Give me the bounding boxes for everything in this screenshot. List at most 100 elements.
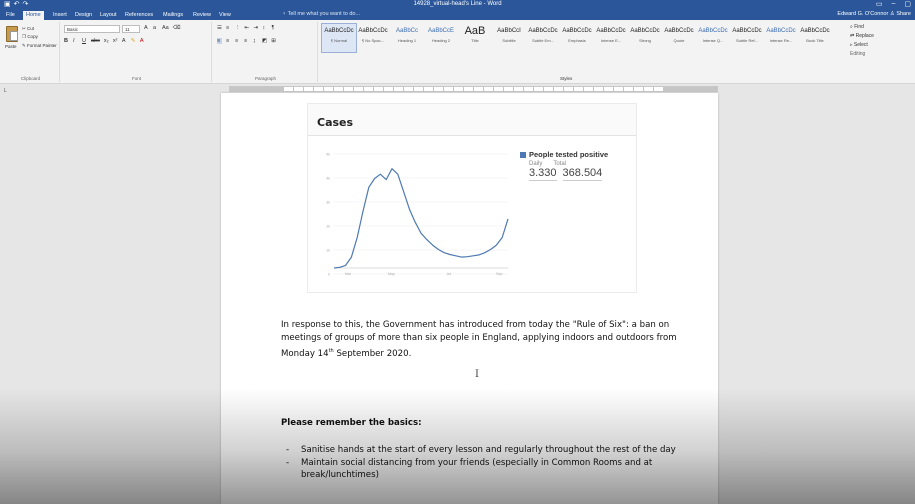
y-tick-label: 0	[328, 273, 330, 277]
style-quote[interactable]: AaBbCcDc Quote	[662, 24, 696, 52]
style-intense-emphasis[interactable]: AaBbCcDc Intense E...	[594, 24, 628, 52]
style-subtitle[interactable]: AaBbCcI Subtitle	[492, 24, 526, 52]
tab-file[interactable]: File	[3, 11, 18, 20]
y-tick-label: 2k	[326, 225, 330, 229]
replace-button[interactable]: ⇄ Replace	[850, 33, 912, 39]
legend-name: People tested positive	[529, 150, 609, 159]
bullets-icon[interactable]: ☰	[217, 25, 222, 31]
style-name: Subtle Em...	[532, 38, 554, 43]
increase-indent-icon[interactable]: ⇥	[254, 25, 259, 31]
subscript-icon[interactable]: x₂	[104, 38, 109, 44]
ribbon: Paste ✂ Cut ❐ Copy ✎ Format Painter Clip…	[0, 20, 915, 84]
y-tick-label: 1k	[326, 249, 330, 253]
tab-layout[interactable]: Layout	[97, 11, 120, 20]
scissors-icon: ✂	[22, 26, 26, 31]
find-label: Find	[854, 24, 864, 30]
total-value: 368.504	[562, 167, 603, 181]
tab-view[interactable]: View	[216, 11, 234, 20]
format-painter-button[interactable]: ✎ Format Painter	[22, 43, 57, 49]
align-center-icon[interactable]: ≡	[226, 38, 231, 44]
cases-chart-image: Cases 5k 4k 3k 2k 1k 0 Mar May Jul Sep People tes…	[307, 103, 637, 293]
style-subtle-emphasis[interactable]: AaBbCcDc Subtle Em...	[526, 24, 560, 52]
maximize-icon[interactable]: ▢	[904, 0, 911, 8]
style-name: Heading 1	[397, 38, 417, 43]
tab-insert[interactable]: Insert	[50, 11, 70, 20]
font-name-combo[interactable]: Basic	[64, 25, 120, 33]
show-marks-icon[interactable]: ¶	[272, 25, 277, 31]
tell-me-box[interactable]: ♀ Tell me what you want to do...	[282, 11, 360, 17]
style-heading-2[interactable]: AaBbCcE Heading 2	[424, 24, 458, 52]
style-title[interactable]: AaB Title	[458, 24, 492, 52]
superscript-icon[interactable]: x²	[113, 38, 118, 44]
user-name: Edward G. O'Connor	[837, 11, 889, 17]
style-name: Heading 2	[431, 38, 451, 43]
document-page[interactable]: Cases 5k 4k 3k 2k 1k 0 Mar May Jul Sep People tes…	[221, 93, 718, 504]
clear-format-icon[interactable]: ⌫	[173, 25, 181, 31]
underline-icon[interactable]: U	[82, 38, 87, 44]
copy-button[interactable]: ❐ Copy	[22, 34, 38, 40]
tab-design[interactable]: Design	[72, 11, 95, 20]
style-preview: AaBbCcE	[427, 28, 454, 34]
font-color-icon[interactable]: A	[140, 38, 145, 44]
chart-legend: People tested positive Daily Total 3.330…	[520, 150, 608, 181]
bullet-dash: -	[286, 445, 290, 455]
sort-icon[interactable]: ↕	[263, 25, 268, 31]
style-book-title[interactable]: AaBbCcDc Book Title	[798, 24, 832, 52]
style-intense-reference[interactable]: AaBbCcDc Intense Re...	[764, 24, 798, 52]
numbering-icon[interactable]: ≡	[226, 25, 231, 31]
style-heading-1[interactable]: AaBbCc Heading 1	[390, 24, 424, 52]
horizontal-ruler[interactable]	[229, 86, 718, 92]
shrink-font-icon[interactable]: a	[153, 25, 158, 31]
highlight-icon[interactable]: ✎	[131, 38, 136, 44]
tab-references[interactable]: References	[122, 11, 156, 20]
grow-font-icon[interactable]: A	[144, 25, 149, 31]
align-right-icon[interactable]: ≡	[235, 38, 240, 44]
tab-review[interactable]: Review	[190, 11, 214, 20]
select-button[interactable]: ▹ Select	[850, 42, 912, 48]
font-group: Basic 11 A a Aa ⌫ B I U abc x₂ x² A ✎ A …	[62, 22, 212, 82]
styles-label: Styles	[560, 76, 573, 81]
legend-values: 3.330 368.504	[529, 167, 608, 181]
user-account[interactable]: Edward G. O'Connor ♙ Share	[837, 11, 911, 17]
style-preview: AaBbCcDc	[562, 28, 592, 34]
style-intense-quote[interactable]: AaBbCcDc Intense Q...	[696, 24, 730, 52]
style-subtle-reference[interactable]: AaBbCcDc Subtle Ref...	[730, 24, 764, 52]
multilevel-list-icon[interactable]: ⋮	[235, 25, 241, 31]
x-tick-label: Sep	[496, 272, 502, 276]
bold-icon[interactable]: B	[64, 38, 69, 44]
format-painter-label: Format Painter	[27, 43, 57, 48]
style-preview: AaBbCcDc	[698, 28, 728, 34]
ruler-right-margin	[663, 87, 717, 91]
paste-icon[interactable]	[6, 26, 18, 42]
text-effects-icon[interactable]: A	[122, 38, 127, 44]
find-button[interactable]: ⌕ Find	[850, 24, 912, 30]
ribbon-display-icon[interactable]: ▭	[876, 0, 883, 8]
decrease-indent-icon[interactable]: ⇤	[245, 25, 250, 31]
replace-label: Replace	[855, 33, 874, 39]
style-strong[interactable]: AaBbCcDc Strong	[628, 24, 662, 52]
select-label: Select	[853, 42, 868, 48]
tab-mailings[interactable]: Mailings	[160, 11, 186, 20]
align-left-icon[interactable]: ≡	[217, 38, 222, 44]
document-title: 14928_virtual-head's Line - Word	[413, 1, 502, 7]
paste-button[interactable]: Paste	[5, 44, 17, 49]
word-window: ▣ ↶ ↷ 14928_virtual-head's Line - Word ▭…	[0, 0, 915, 504]
change-case-icon[interactable]: Aa	[162, 25, 169, 31]
italic-icon[interactable]: I	[73, 38, 78, 44]
style-no-spacing[interactable]: AaBbCcDc ¶ No Spac...	[356, 24, 390, 52]
font-size-combo[interactable]: 11	[122, 25, 140, 33]
strikethrough-icon[interactable]: abc	[91, 38, 100, 44]
cut-button[interactable]: ✂ Cut	[22, 26, 34, 32]
borders-icon[interactable]: ⊞	[271, 38, 276, 44]
style-normal[interactable]: AaBbCcDc ¶ Normal	[321, 23, 357, 53]
style-preview: AaB	[464, 25, 486, 37]
justify-icon[interactable]: ≡	[244, 38, 249, 44]
ruler-tab-selector-icon[interactable]: L	[4, 88, 7, 94]
shading-icon[interactable]: ◩	[262, 38, 267, 44]
line-spacing-icon[interactable]: ↨	[253, 38, 258, 44]
copy-icon: ❐	[22, 34, 27, 39]
tab-home[interactable]: Home	[23, 11, 44, 20]
style-name: Intense E...	[600, 38, 622, 43]
minimize-icon[interactable]: –	[891, 0, 895, 8]
style-emphasis[interactable]: AaBbCcDc Emphasis	[560, 24, 594, 52]
